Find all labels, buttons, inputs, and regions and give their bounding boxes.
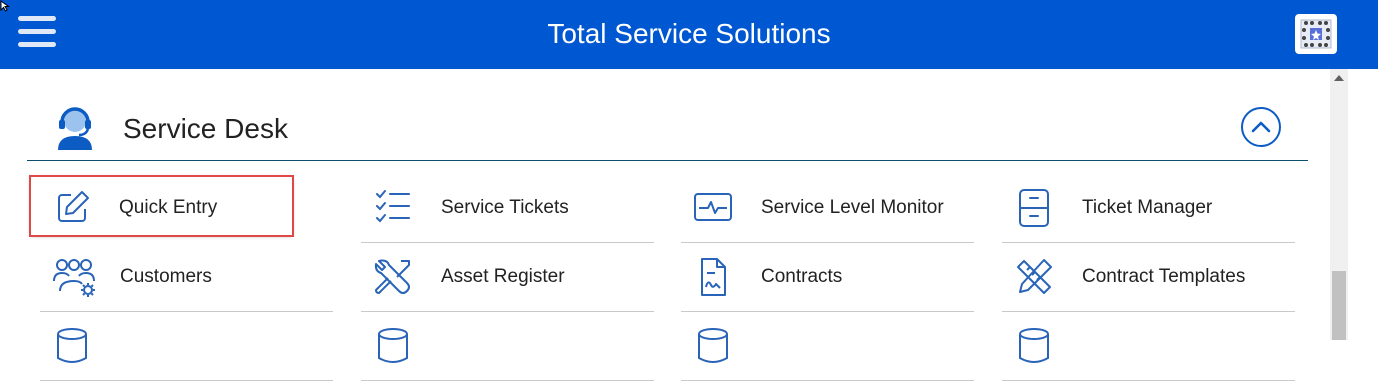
- tile-label: Quick Entry: [119, 197, 218, 218]
- collapse-section-button[interactable]: [1241, 107, 1281, 147]
- tile-label: Asset Register: [441, 266, 565, 287]
- tile-asset-register[interactable]: Asset Register: [361, 243, 654, 312]
- tools-icon: [373, 257, 413, 297]
- app-logo-icon[interactable]: [1295, 14, 1337, 54]
- vertical-scrollbar[interactable]: [1330, 69, 1348, 340]
- tile-quick-entry[interactable]: Quick Entry: [29, 175, 294, 237]
- tile-label: Ticket Manager: [1082, 197, 1213, 218]
- database-icon: [693, 326, 733, 366]
- tile-customers[interactable]: Customers: [40, 243, 333, 312]
- mouse-cursor-icon: [0, 0, 11, 12]
- database-icon: [52, 326, 92, 366]
- scroll-up-arrow-icon[interactable]: [1334, 75, 1344, 81]
- tile-partial-3[interactable]: [681, 312, 974, 381]
- service-desk-section-header: Service Desk: [27, 96, 1308, 161]
- tile-contracts[interactable]: Contracts: [681, 243, 974, 312]
- tile-partial-4[interactable]: [1002, 312, 1295, 381]
- tile-label: Service Level Monitor: [761, 197, 944, 218]
- top-app-bar: Total Service Solutions: [0, 0, 1378, 69]
- checklist-icon: [373, 188, 413, 228]
- tile-label: Contract Templates: [1082, 266, 1246, 287]
- monitor-pulse-icon: [693, 188, 733, 228]
- cabinet-icon: [1014, 188, 1054, 228]
- app-title: Total Service Solutions: [547, 18, 831, 49]
- tile-service-tickets[interactable]: Service Tickets: [361, 174, 654, 243]
- tile-label: Contracts: [761, 266, 843, 287]
- edit-icon: [55, 189, 95, 229]
- document-icon: [693, 257, 733, 297]
- users-gear-icon: [52, 257, 95, 297]
- section-title: Service Desk: [123, 113, 288, 144]
- database-icon: [1014, 326, 1054, 366]
- tile-partial-2[interactable]: [361, 312, 654, 381]
- tile-label: Service Tickets: [441, 197, 569, 218]
- tile-contract-templates[interactable]: Contract Templates: [1002, 243, 1295, 312]
- tile-ticket-manager[interactable]: Ticket Manager: [1002, 174, 1295, 243]
- tile-partial-1[interactable]: [40, 312, 333, 381]
- tile-label: Customers: [120, 266, 212, 287]
- headset-agent-icon: [55, 106, 95, 150]
- tile-service-level-monitor[interactable]: Service Level Monitor: [681, 174, 974, 243]
- pencil-ruler-icon: [1014, 257, 1054, 297]
- database-icon: [373, 326, 413, 366]
- scroll-thumb[interactable]: [1332, 271, 1346, 340]
- chevron-up-icon: [1251, 121, 1271, 133]
